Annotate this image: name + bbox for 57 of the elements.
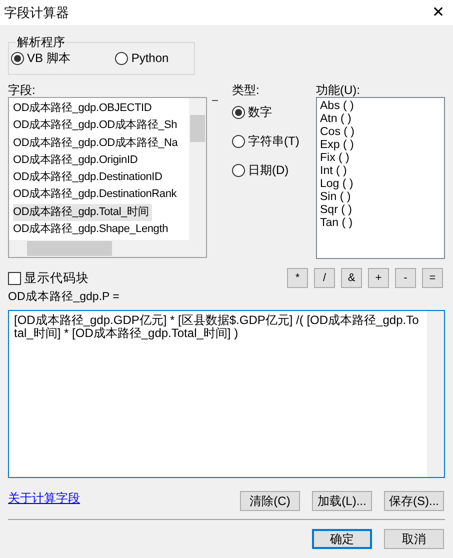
dropdown-icon[interactable]	[212, 100, 218, 104]
window-title: 字段计算器	[4, 4, 69, 22]
expression-field[interactable]: [OD成本路径_gdp.GDP亿元] * [区县数据$.GDP亿元] /( [OD成本路径_gdp.Total_时间] * [OD成本路径_gdp.Total_时间] )	[8, 310, 445, 478]
radio-button[interactable]	[11, 52, 24, 64]
function-item[interactable]: Int ( )	[320, 165, 347, 178]
field-item[interactable]: OD成本路径_gdp.DestinationID	[13, 169, 166, 186]
field-item[interactable]: OD成本路径_gdp.DestinationRank	[13, 186, 180, 204]
operator-button[interactable]: =	[422, 268, 443, 288]
field-item[interactable]: OD成本路径_gdp.OBJECTID	[13, 100, 155, 118]
field-item[interactable]: OD成本路径_gdp.OD成本路径_Sh	[13, 117, 180, 135]
operator-button[interactable]: /	[314, 268, 335, 288]
radio-button[interactable]	[115, 52, 128, 64]
close-button[interactable]: ✕	[432, 5, 445, 20]
functions-label: 功能(U):	[316, 82, 361, 96]
type-label: 类型:	[232, 82, 260, 96]
radio-label[interactable]: 数字	[248, 103, 272, 121]
action-button[interactable]: 保存(S)...	[384, 491, 444, 511]
function-item[interactable]: Log ( )	[320, 178, 354, 191]
dialog-button[interactable]: 确定	[312, 529, 372, 549]
dialog-button[interactable]: 取消	[384, 529, 444, 549]
radio-label[interactable]: Python	[131, 49, 169, 67]
field-list[interactable]: OD成本路径_gdp.OBJECTID OD成本路径_gdp.OD成本路径_Sh OD成本路径_gdp.OD成本路径_Na OD成本路径_gdp.OriginID OD成本路径_gdp.DestinationID OD成本路径_gdp.DestinationRank OD成本路径_gdp.Total_时间 OD成本路径_gdp.Shape_Length	[8, 97, 207, 258]
checkbox-label[interactable]: 显示代码块	[24, 269, 89, 288]
operator-button[interactable]: +	[368, 268, 389, 288]
expression-label: OD成本路径_gdp.P =	[8, 290, 120, 304]
field-item[interactable]: OD成本路径_gdp.Shape_Length	[13, 221, 171, 238]
radio-button[interactable]	[232, 134, 245, 148]
function-list[interactable]: Abs ( ) Atn ( ) Cos ( ) Exp ( ) Fix ( ) Int ( ) Log ( ) Sin ( ) Sqr ( ) Tan ( )	[316, 97, 445, 259]
expression-text: [OD成本路径_gdp.GDP亿元] * [区县数据$.GDP亿元] /( [OD成本路径_gdp.Total_时间] * [OD成本路径_gdp.Total_时间] )	[13, 312, 420, 340]
function-item[interactable]: Cos ( )	[320, 126, 354, 139]
radio-label[interactable]: 日期(D)	[248, 161, 289, 179]
group-title: 解析程序	[16, 34, 66, 50]
action-button[interactable]: 清除(C)	[240, 491, 300, 511]
radio-button[interactable]	[232, 164, 245, 176]
fields-label: 字段:	[8, 82, 36, 96]
operator-button[interactable]: &	[341, 268, 362, 288]
field-item[interactable]: OD成本路径_gdp.OD成本路径_Na	[13, 134, 181, 152]
function-item[interactable]: Abs ( )	[320, 100, 354, 113]
radio-button[interactable]	[232, 106, 245, 118]
vertical-scrollbar[interactable]	[189, 98, 206, 241]
radio-label[interactable]: VB 脚本	[27, 49, 70, 67]
checkbox[interactable]	[8, 272, 21, 285]
operator-button[interactable]: -	[395, 268, 416, 288]
function-item[interactable]: Fix ( )	[320, 152, 350, 165]
operator-button[interactable]: *	[287, 268, 308, 288]
action-button[interactable]: 加载(L)...	[312, 491, 372, 511]
function-item[interactable]: Sqr ( )	[320, 204, 352, 217]
function-item[interactable]: Atn ( )	[320, 113, 352, 126]
horizontal-scrollbar[interactable]	[9, 240, 206, 257]
radio-label[interactable]: 字符串(T)	[248, 132, 300, 150]
field-item[interactable]: OD成本路径_gdp.Total_时间	[13, 204, 152, 222]
field-item[interactable]: OD成本路径_gdp.OriginID	[13, 152, 141, 170]
function-item[interactable]: Sin ( )	[320, 191, 351, 204]
help-link[interactable]: 关于计算字段	[8, 489, 80, 507]
vertical-scrollbar[interactable]	[427, 311, 444, 477]
function-item[interactable]: Tan ( )	[320, 217, 353, 230]
function-item[interactable]: Exp ( )	[320, 139, 354, 152]
